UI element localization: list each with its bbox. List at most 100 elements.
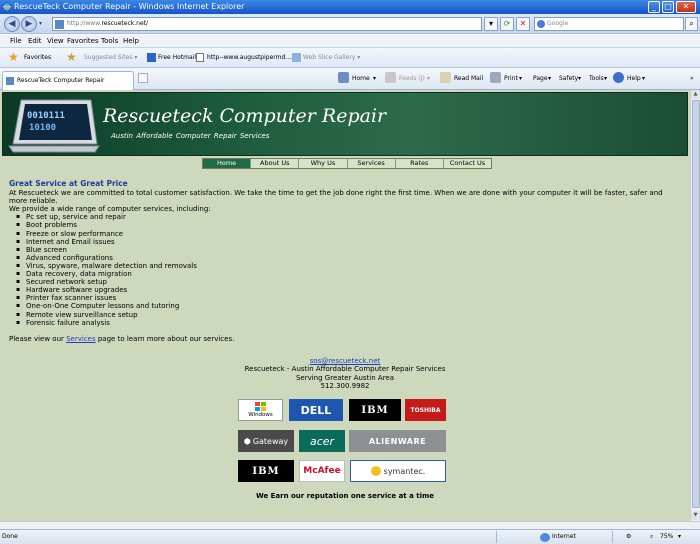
page-menu-button[interactable]: Page — [533, 75, 548, 82]
home-button[interactable]: Home — [352, 75, 370, 82]
nav-contact-us[interactable]: Contact Us — [444, 159, 491, 168]
feeds-icon — [385, 72, 396, 83]
list-item: Hardware software upgrades — [16, 286, 681, 294]
menu-tools[interactable]: Tools — [101, 37, 118, 45]
minimize-button[interactable]: _ — [648, 1, 660, 13]
scroll-up-arrow-icon[interactable]: ▲ — [691, 90, 700, 99]
internet-globe-icon — [540, 533, 550, 542]
favorites-bar: ★ Favorites ★ Suggested Sites ▾ Free Hot… — [0, 48, 700, 68]
zone-text: Internet — [552, 533, 576, 540]
toolbar-chevron-icon[interactable]: » — [690, 75, 694, 82]
new-tab-button[interactable] — [138, 73, 148, 83]
fav-augustpipermd[interactable]: http--www.augustpipermd.... — [207, 54, 293, 61]
page-icon — [6, 77, 14, 85]
safety-dropdown-icon[interactable]: ▾ — [578, 75, 581, 82]
print-icon — [490, 72, 501, 83]
fav-suggested-sites[interactable]: Suggested Sites ▾ — [84, 54, 137, 61]
forward-button[interactable]: ▶ — [21, 16, 37, 32]
windows-logo: Windows — [238, 399, 283, 421]
services-link[interactable]: Services — [66, 335, 96, 343]
alienware-logo: ALIENWARE — [349, 430, 446, 452]
scroll-thumb[interactable] — [692, 100, 700, 508]
window-title: RescueTeck Computer Repair - Windows Int… — [14, 2, 245, 11]
ibm-logo-2: IBM — [238, 460, 294, 482]
tab-title: RescueTeck Computer Repair — [17, 77, 105, 84]
print-button[interactable]: Print — [504, 75, 518, 82]
zoom-level[interactable]: 75% — [660, 533, 673, 540]
maximize-button[interactable]: □ — [662, 1, 674, 13]
intro-paragraph: At Rescueteck we are committed to total … — [9, 189, 663, 206]
menu-view[interactable]: View — [47, 37, 64, 45]
nav-services[interactable]: Services — [348, 159, 396, 168]
url-input[interactable]: http://www.rescueteck.net/ — [52, 17, 482, 31]
menu-file[interactable]: File — [10, 37, 22, 45]
nav-home[interactable]: Home — [203, 159, 252, 168]
fav-free-hotmail[interactable]: Free Hotmail — [158, 54, 196, 61]
fav-web-slice-gallery[interactable]: Web Slice Gallery ▾ — [303, 54, 360, 61]
service-area: Serving Greater Austin Area — [295, 373, 395, 382]
address-dropdown-button[interactable]: ▾ — [484, 17, 498, 31]
list-item: Pc set up, service and repair — [16, 213, 681, 221]
search-placeholder: Google — [547, 20, 569, 27]
vertical-scrollbar[interactable]: ▲ ▼ — [690, 90, 700, 521]
scroll-down-arrow-icon[interactable]: ▼ — [691, 511, 700, 520]
list-item: Data recovery, data migration — [16, 270, 681, 278]
menu-favorites[interactable]: Favorites — [67, 37, 99, 45]
refresh-button[interactable]: ⟳ — [500, 17, 514, 31]
hotmail-icon — [147, 53, 156, 62]
page-dropdown-icon[interactable]: ▾ — [548, 75, 551, 82]
horizontal-scrollbar[interactable] — [0, 521, 700, 529]
tab-rescueteck[interactable]: RescueTeck Computer Repair — [2, 71, 134, 90]
url-protocol: http://www. — [67, 20, 102, 27]
list-item: Freeze or slow performance — [16, 230, 681, 238]
list-item: Virus, spyware, malware detection and re… — [16, 262, 681, 270]
menu-help[interactable]: Help — [123, 37, 139, 45]
email-link[interactable]: sos@rescueteck.net — [0, 357, 690, 365]
back-button[interactable]: ◀ — [4, 16, 20, 32]
feeds-button[interactable]: Feeds (J) — [399, 75, 425, 82]
read-mail-button[interactable]: Read Mail — [454, 75, 483, 82]
company-line: Rescueteck - Austin Affordable Computer … — [244, 365, 446, 374]
site-title: Rescueteck Computer Repair — [103, 105, 387, 127]
stop-button[interactable]: ✕ — [516, 17, 530, 31]
search-input[interactable]: Google — [534, 17, 684, 31]
nav-why-us[interactable]: Why Us — [299, 159, 348, 168]
home-dropdown-icon[interactable]: ▾ — [373, 75, 376, 82]
zoom-dropdown-icon[interactable]: ▾ — [678, 533, 681, 540]
favorites-button[interactable]: Favorites — [24, 54, 51, 61]
phone-number: 512.300.9982 — [320, 381, 370, 390]
laptop-logo-image: 0010111 10100 — [8, 99, 100, 153]
zoom-icon: ⌕ — [650, 533, 654, 540]
services-intro: We provide a wide range of computer serv… — [9, 205, 211, 214]
favorites-star-icon: ★ — [8, 50, 19, 64]
mcafee-logo: McAfee — [299, 460, 345, 482]
list-item: Secured network setup — [16, 278, 681, 286]
nav-about-us[interactable]: About Us — [251, 159, 300, 168]
symantec-logo-text: symantec. — [383, 466, 426, 476]
svg-text:10100: 10100 — [29, 123, 56, 133]
print-dropdown-icon[interactable]: ▾ — [519, 75, 522, 82]
svg-text:0010111: 0010111 — [27, 111, 65, 121]
help-dropdown-icon[interactable]: ▾ — [642, 75, 645, 82]
home-icon — [338, 72, 349, 83]
close-button[interactable]: ✕ — [676, 1, 696, 13]
menu-edit[interactable]: Edit — [28, 37, 42, 45]
window-title-bar: RescueTeck Computer Repair - Windows Int… — [0, 0, 700, 14]
page-icon — [196, 53, 204, 62]
search-button[interactable]: ⌕ — [685, 17, 698, 31]
gateway-logo: ⬢ Gateway — [238, 430, 294, 452]
nav-rates[interactable]: Rates — [396, 159, 444, 168]
recent-pages-dropdown-icon[interactable]: ▾ — [39, 20, 42, 27]
protected-mode-icon[interactable]: ⚙ — [626, 533, 631, 540]
feeds-dropdown-icon[interactable]: ▾ — [427, 75, 430, 82]
gateway-logo-text: Gateway — [252, 436, 289, 446]
tools-menu-button[interactable]: Tools — [589, 75, 604, 82]
safety-menu-button[interactable]: Safety — [559, 75, 578, 82]
status-bar: Done Internet ⚙ ⌕ 75% ▾ — [0, 529, 700, 544]
status-divider — [496, 531, 497, 543]
help-menu-button[interactable]: Help — [627, 75, 641, 82]
site-subtitle: Austin Affordable Computer Repair Servic… — [111, 132, 270, 140]
add-favorite-icon[interactable]: ★ — [66, 51, 77, 63]
tools-dropdown-icon[interactable]: ▾ — [604, 75, 607, 82]
google-icon — [537, 20, 545, 28]
